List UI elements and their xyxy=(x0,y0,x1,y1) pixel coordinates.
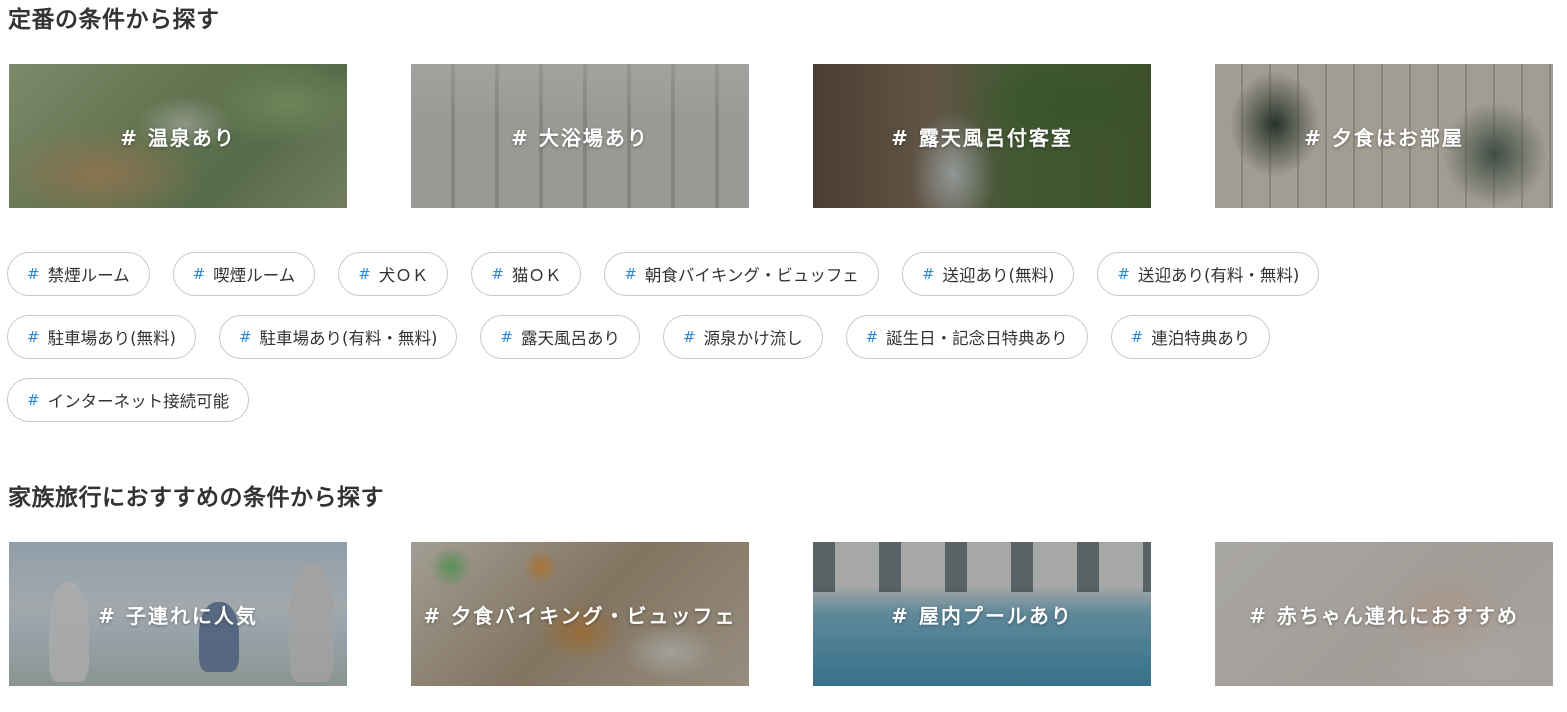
hash-icon: # xyxy=(27,391,40,409)
chip-dogs-ok[interactable]: # 犬ＯＫ xyxy=(338,252,449,296)
hash-icon: # xyxy=(192,265,206,283)
hash-icon: # xyxy=(27,265,40,283)
standard-conditions-cards: # 温泉あり # 大浴場あり # 露天風呂付客室 # 夕食はお部屋 xyxy=(9,64,1565,208)
card-label: # 大浴場あり xyxy=(511,125,649,150)
chip-non-smoking[interactable]: # 禁煙ルーム xyxy=(7,252,150,296)
card-label: # 夕食はお部屋 xyxy=(1304,125,1464,150)
card-baby-friendly[interactable]: # 赤ちゃん連れにおすすめ xyxy=(1215,542,1553,686)
card-label: # 露天風呂付客室 xyxy=(891,125,1073,150)
hash-icon: # xyxy=(921,265,935,283)
hash-icon: # xyxy=(358,265,371,283)
card-room-open-air-bath[interactable]: # 露天風呂付客室 xyxy=(813,64,1151,208)
hash-icon: # xyxy=(624,265,637,283)
chip-cats-ok[interactable]: # 猫ＯＫ xyxy=(471,252,582,296)
chip-anniversary-perks[interactable]: # 誕生日・記念日特典あり xyxy=(845,315,1088,359)
chip-label: 誕生日・記念日特典あり xyxy=(886,329,1068,348)
chip-label: 送迎あり(無料) xyxy=(942,266,1055,285)
card-label: # 夕食バイキング・ビュッフェ xyxy=(423,603,737,628)
hash-icon: # xyxy=(500,328,513,346)
chip-label: 朝食バイキング・ビュッフェ xyxy=(644,266,859,285)
chip-label: 駐車場あり(無料) xyxy=(47,329,176,348)
chip-label: 禁煙ルーム xyxy=(47,266,130,285)
chip-parking-paid-free[interactable]: # 駐車場あり(有料・無料) xyxy=(218,315,458,359)
chip-internet[interactable]: # インターネット接続可能 xyxy=(7,378,250,422)
chip-label: 源泉かけ流し xyxy=(703,329,803,348)
card-indoor-pool[interactable]: # 屋内プールあり xyxy=(813,542,1151,686)
card-dinner-buffet[interactable]: # 夕食バイキング・ビュッフェ xyxy=(411,542,749,686)
section-title-standard: 定番の条件から探す xyxy=(8,7,220,33)
chip-label: インターネット接続可能 xyxy=(47,392,230,411)
chip-label: 犬ＯＫ xyxy=(378,266,429,285)
chip-label: 送迎あり(有料・無料) xyxy=(1137,266,1300,285)
chip-shuttle-free[interactable]: # 送迎あり(無料) xyxy=(901,252,1075,296)
family-conditions-cards: # 子連れに人気 # 夕食バイキング・ビュッフェ # 屋内プールあり # 赤ちゃ… xyxy=(9,542,1565,686)
chip-label: 露天風呂あり xyxy=(520,329,620,348)
tag-chip-list: # 禁煙ルーム # 喫煙ルーム # 犬ＯＫ # 猫ＯＫ # 朝食バイキング・ビュッフェ #… xyxy=(7,252,1507,441)
chip-label: 喫煙ルーム xyxy=(213,266,296,285)
card-label: # 屋内プールあり xyxy=(891,603,1073,628)
chip-breakfast-buffet[interactable]: # 朝食バイキング・ビュッフェ xyxy=(604,252,879,296)
chip-label: 猫ＯＫ xyxy=(511,266,562,285)
card-onsen[interactable]: # 温泉あり xyxy=(9,64,347,208)
hash-icon: # xyxy=(682,328,696,346)
hash-icon: # xyxy=(865,328,879,346)
card-popular-with-kids[interactable]: # 子連れに人気 xyxy=(9,542,347,686)
hash-icon: # xyxy=(491,265,504,283)
chip-shuttle-paid-free[interactable]: # 送迎あり(有料・無料) xyxy=(1097,252,1320,296)
card-label: # 子連れに人気 xyxy=(98,603,258,628)
hash-icon: # xyxy=(27,328,40,346)
chip-row: # インターネット接続可能 xyxy=(7,378,1507,422)
card-label: # 温泉あり xyxy=(120,125,236,150)
chip-smoking[interactable]: # 喫煙ルーム xyxy=(172,252,316,296)
card-large-bath[interactable]: # 大浴場あり xyxy=(411,64,749,208)
chip-label: 駐車場あり(有料・無料) xyxy=(259,329,438,348)
card-label: # 赤ちゃん連れにおすすめ xyxy=(1249,603,1519,628)
hash-icon: # xyxy=(1130,328,1144,346)
chip-row: # 駐車場あり(無料) # 駐車場あり(有料・無料) # 露天風呂あり # 源泉かけ流し… xyxy=(7,315,1507,359)
hash-icon: # xyxy=(1117,265,1130,283)
chip-free-flowing-spring[interactable]: # 源泉かけ流し xyxy=(662,315,823,359)
chip-label: 連泊特典あり xyxy=(1151,329,1251,348)
section-title-family: 家族旅行におすすめの条件から探す xyxy=(8,485,384,511)
chip-row: # 禁煙ルーム # 喫煙ルーム # 犬ＯＫ # 猫ＯＫ # 朝食バイキング・ビュッフェ #… xyxy=(7,252,1507,296)
chip-multi-night-perks[interactable]: # 連泊特典あり xyxy=(1110,315,1271,359)
hash-icon: # xyxy=(238,328,252,346)
chip-open-air-bath[interactable]: # 露天風呂あり xyxy=(480,315,640,359)
chip-parking-free[interactable]: # 駐車場あり(無料) xyxy=(7,315,196,359)
card-dinner-in-room[interactable]: # 夕食はお部屋 xyxy=(1215,64,1553,208)
